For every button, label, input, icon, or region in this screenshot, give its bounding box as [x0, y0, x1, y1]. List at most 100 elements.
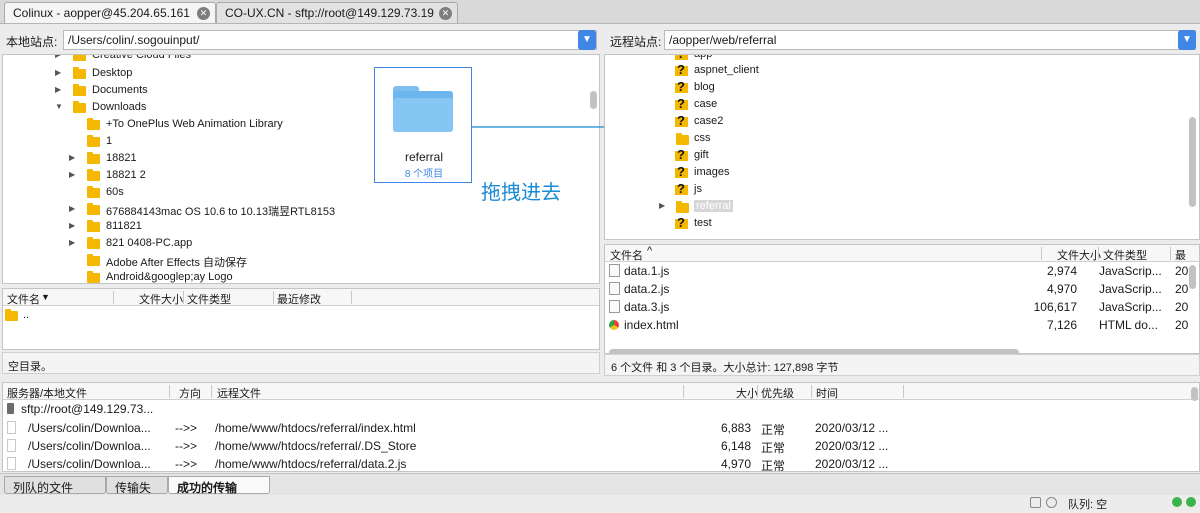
folder-icon [87, 203, 100, 215]
table-row[interactable]: data.3.js 106,617 JavaScrip... 20 [605, 298, 1188, 316]
close-icon[interactable]: ✕ [197, 7, 210, 20]
col-modified[interactable]: 最 [1175, 247, 1186, 263]
tree-item[interactable]: ? test [605, 215, 1185, 232]
tree-item-label: aspnet_client [694, 64, 759, 76]
col-size[interactable]: 文件大小 [139, 291, 183, 307]
close-icon[interactable]: ✕ [439, 7, 452, 20]
table-row[interactable]: index.html 7,126 HTML do... 20 [605, 316, 1189, 334]
tree-item[interactable]: ? aspnet_client [605, 62, 1185, 79]
table-row[interactable]: data.2.js 4,970 JavaScrip... 20 [605, 280, 1188, 298]
queue-row[interactable]: /Users/colin/Downloa... -->> /home/www/htd… [3, 419, 1183, 437]
tree-item[interactable]: ▶ 821 0408-PC.app [3, 235, 583, 252]
cell-remote: /home/www/htdocs/referral/data.2.js [215, 457, 407, 471]
col-name[interactable]: 文件名 [610, 247, 643, 263]
queue-server-row[interactable]: sftp://root@149.129.73... [3, 401, 1199, 419]
folder-icon [676, 201, 689, 213]
chevron-right-icon[interactable]: ▶ [55, 68, 61, 77]
chevron-down-icon[interactable]: ▼ [578, 30, 596, 50]
chevron-right-icon[interactable]: ▶ [55, 85, 61, 94]
tree-item[interactable]: ? case2 [605, 113, 1185, 130]
local-status-bar: 空目录。 [2, 352, 600, 374]
tree-item[interactable]: ? gift [605, 147, 1185, 164]
col-time[interactable]: 时间 [816, 385, 838, 401]
drag-arrow [472, 123, 623, 131]
col-remote[interactable]: 远程文件 [217, 385, 261, 401]
col-server[interactable]: 服务器/本地文件 [7, 385, 87, 401]
tree-item[interactable]: ▼ Downloads [3, 99, 583, 116]
tree-item-label: app [694, 54, 713, 60]
tree-item[interactable]: Adobe After Effects 自动保存 [3, 252, 583, 269]
cell-type: JavaScrip... [1099, 264, 1162, 278]
remote-tree-pane: ? app ? aspnet_client? blog? case? case2 css? gi… [604, 54, 1200, 240]
chevron-down-icon[interactable]: ▼ [1178, 30, 1196, 50]
cell-modified: 20 [1175, 318, 1189, 332]
col-modified[interactable]: 最近修改 [277, 291, 321, 307]
cell-direction: -->> [175, 457, 198, 471]
tree-item[interactable]: ▶ referral [605, 198, 1185, 215]
chevron-down-icon[interactable]: ▼ [55, 102, 63, 111]
tree-item-label: Downloads [92, 101, 147, 113]
tab-colinux[interactable]: Colinux - aopper@45.204.65.161 ✕ [4, 2, 216, 23]
scrollbar[interactable] [590, 91, 597, 109]
folder-icon [73, 55, 86, 61]
tree-item[interactable]: ▶ Desktop [3, 65, 583, 82]
tab-queued-files[interactable]: 列队的文件 [4, 476, 106, 495]
tree-item[interactable]: ? blog [605, 79, 1185, 96]
chevron-right-icon[interactable]: ▶ [69, 221, 75, 230]
col-size[interactable]: 大小 [736, 385, 758, 401]
tree-item[interactable]: css [605, 130, 1185, 147]
tree-item[interactable]: ▶ 811821 [3, 218, 583, 235]
chevron-right-icon[interactable]: ▶ [659, 201, 665, 210]
unknown-folder-icon: ? [675, 96, 689, 111]
tree-item-label: blog [694, 81, 715, 93]
tree-item-label: Adobe After Effects 自动保存 [106, 257, 248, 269]
chevron-right-icon[interactable]: ▶ [55, 55, 61, 59]
col-direction[interactable]: 方向 [179, 385, 201, 401]
remote-path-input[interactable]: /aopper/web/referral [664, 30, 1196, 50]
list-item[interactable]: .. [3, 308, 599, 325]
tree-item[interactable]: ? images [605, 164, 1185, 181]
tree-item[interactable]: ▶ 18821 [3, 150, 583, 167]
tree-item[interactable]: ? js [605, 181, 1185, 198]
cell-remote: /home/www/htdocs/referral/.DS_Store [215, 439, 417, 453]
tab-failed-transfers[interactable]: 传输失败 [106, 476, 168, 512]
folder-icon [73, 101, 86, 113]
col-name[interactable]: 文件名 [7, 291, 40, 307]
chevron-right-icon[interactable]: ▶ [69, 153, 75, 162]
queue-row[interactable]: /Users/colin/Downloa... -->> /home/www/htd… [3, 455, 1183, 471]
tree-item[interactable]: ▶ Documents [3, 82, 583, 99]
chevron-right-icon[interactable]: ▶ [69, 238, 75, 247]
tree-item-label: referral [694, 200, 733, 212]
status-bar: 队列: 空 [0, 495, 1200, 511]
cell-name: data.3.js [624, 300, 670, 314]
cell-time: 2020/03/12 ... [815, 421, 889, 435]
tree-item[interactable]: ? case [605, 96, 1185, 113]
tab-co-ux[interactable]: CO-UX.CN - sftp://root@149.129.73.19 ✕ [216, 2, 458, 23]
local-path-input[interactable]: /Users/colin/.sogouinput/ [63, 30, 597, 50]
tree-item[interactable]: Android&googlep;ay Logo [3, 269, 583, 283]
col-type[interactable]: 文件类型 [1103, 247, 1147, 263]
tree-item-label: test [694, 217, 712, 229]
tab-successful-transfers[interactable]: 成功的传输 (48) [168, 476, 270, 510]
tree-item[interactable]: 1 [3, 133, 583, 150]
scrollbar[interactable] [1189, 265, 1196, 289]
cell-size: 2,974 [1046, 264, 1077, 278]
tab-label: Colinux - aopper@45.204.65.161 [13, 6, 190, 20]
cell-type: JavaScrip... [1099, 282, 1162, 296]
queue-row[interactable]: /Users/colin/Downloa... -->> /home/www/htd… [3, 437, 1183, 455]
tree-item[interactable]: ▶ Creative Cloud Files [3, 54, 583, 64]
scrollbar[interactable] [1189, 117, 1196, 207]
remote-site-label: 远程站点: [610, 35, 662, 49]
col-priority[interactable]: 优先级 [761, 385, 794, 401]
scrollbar[interactable] [1191, 387, 1198, 401]
chevron-right-icon[interactable]: ▶ [69, 170, 75, 179]
col-size[interactable]: 文件大小 [1057, 247, 1101, 263]
cell-size: 106,617 [1033, 300, 1077, 314]
folder-icon [87, 118, 100, 130]
chevron-up-icon: ^ [647, 245, 653, 257]
col-type[interactable]: 文件类型 [187, 291, 231, 307]
tree-item-label: Creative Cloud Files [92, 54, 192, 61]
chevron-right-icon[interactable]: ▶ [69, 204, 75, 213]
local-file-list: 文件名 ▼ 文件大小 文件类型 最近修改 .. [2, 288, 600, 350]
table-row[interactable]: data.1.js 2,974 JavaScrip... 20 [605, 262, 1188, 280]
